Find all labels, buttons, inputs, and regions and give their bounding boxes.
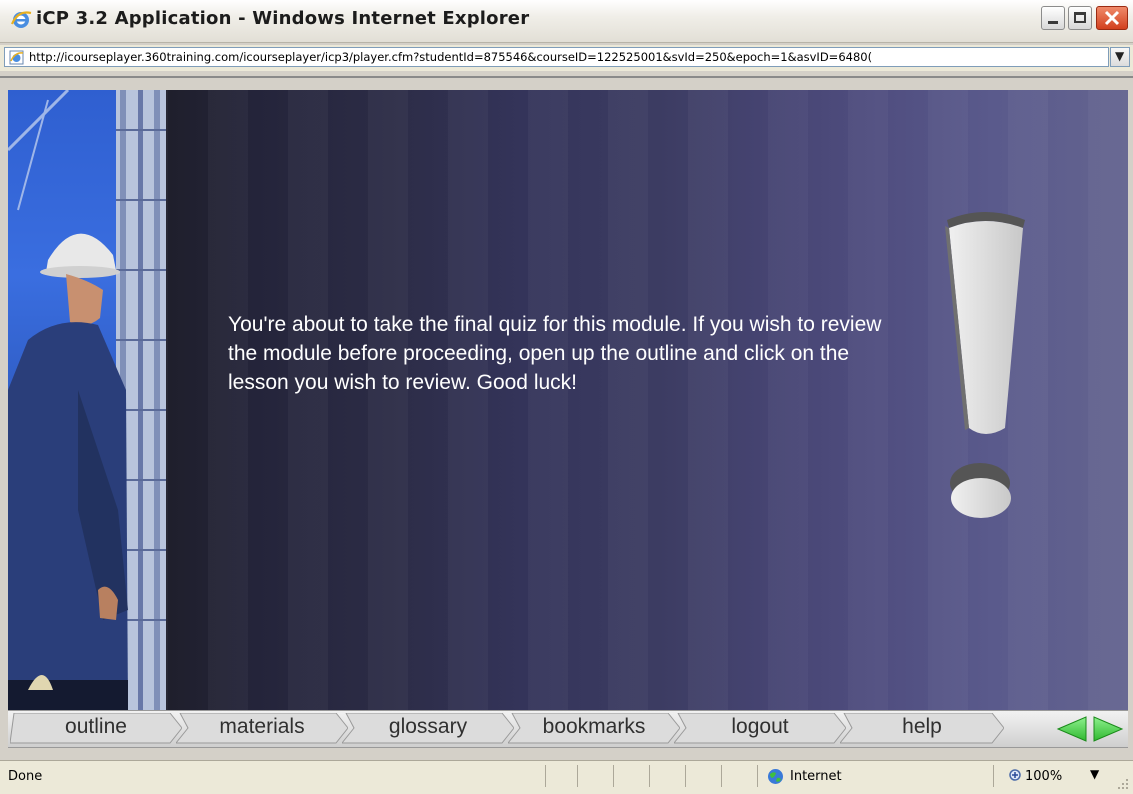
tab-materials[interactable]: materials	[176, 713, 348, 744]
tab-glossary-label: glossary	[388, 715, 468, 738]
status-cell	[685, 765, 722, 787]
internet-explorer-icon	[10, 11, 32, 28]
tab-bookmarks-label: bookmarks	[542, 715, 646, 738]
zoom-dropdown-icon[interactable]: ▼	[1090, 767, 1099, 781]
close-button[interactable]	[1096, 6, 1128, 30]
status-bar: Done Internet 100% ▼	[0, 760, 1133, 794]
globe-icon	[768, 769, 783, 784]
maximize-button[interactable]	[1068, 6, 1092, 30]
address-bar: http://icourseplayer.360training.com/ico…	[0, 45, 1133, 71]
tab-materials-label: materials	[219, 715, 305, 738]
divider	[0, 76, 1133, 78]
exclamation-icon	[945, 212, 1025, 518]
status-text: Done	[8, 769, 43, 784]
chevron-down-icon: ▼	[1115, 49, 1125, 63]
nav-arrows	[1056, 716, 1124, 742]
status-cell	[545, 765, 578, 787]
close-icon	[1104, 10, 1120, 26]
quiz-intro-message: You're about to take the final quiz for …	[228, 313, 882, 394]
construction-worker-photo	[8, 90, 166, 710]
zoom-icon	[1009, 769, 1021, 781]
tab-help-label: help	[902, 715, 942, 738]
tab-logout-label: logout	[731, 715, 789, 738]
maximize-icon	[1074, 12, 1086, 23]
tab-glossary[interactable]: glossary	[342, 713, 514, 744]
status-cell	[721, 765, 758, 787]
status-cell	[649, 765, 686, 787]
page-icon	[9, 50, 24, 65]
minimize-icon	[1048, 21, 1058, 24]
tab-logout[interactable]: logout	[674, 713, 846, 744]
minimize-button[interactable]	[1041, 6, 1065, 30]
previous-arrow-icon[interactable]	[1056, 716, 1087, 742]
address-dropdown-button[interactable]: ▼	[1110, 47, 1130, 67]
title-bar: iCP 3.2 Application - Windows Internet E…	[0, 0, 1133, 43]
course-content-frame: You're about to take the final quiz for …	[8, 90, 1128, 710]
tab-outline[interactable]: outline	[10, 713, 182, 744]
status-cell	[613, 765, 650, 787]
tab-outline-label: outline	[65, 715, 127, 738]
security-zone-text: Internet	[790, 769, 842, 784]
zoom-level: 100%	[1025, 769, 1063, 784]
status-cell	[577, 765, 614, 787]
window-title: iCP 3.2 Application - Windows Internet E…	[36, 8, 530, 29]
tab-help[interactable]: help	[840, 713, 1004, 744]
tab-bookmarks[interactable]: bookmarks	[508, 713, 680, 744]
course-nav-bar: outline materials glossary bookmarks log…	[8, 710, 1128, 748]
address-field[interactable]: http://icourseplayer.360training.com/ico…	[4, 47, 1109, 67]
resize-grip-icon[interactable]	[1115, 776, 1129, 790]
next-arrow-icon[interactable]	[1093, 716, 1124, 742]
url-text: http://icourseplayer.360training.com/ico…	[29, 50, 873, 64]
